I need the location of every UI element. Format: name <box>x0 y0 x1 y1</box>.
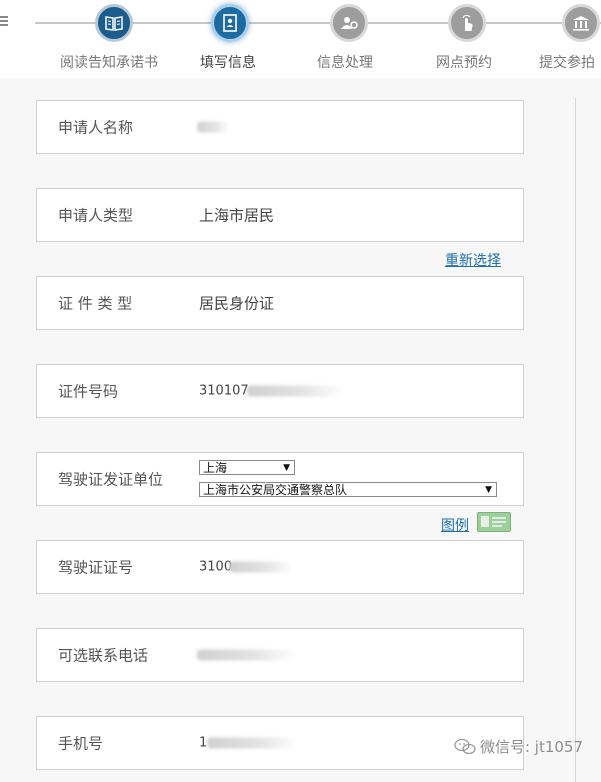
step-label: 提交参拍 <box>539 55 595 71</box>
divider <box>575 98 576 782</box>
step-label: 信息处理 <box>317 55 373 71</box>
field-label: 申请人类型 <box>58 206 134 225</box>
example-link[interactable]: 图例 <box>441 515 469 535</box>
applicant-type-value: 上海市居民 <box>199 206 275 225</box>
mobile-field[interactable]: 手机号 1 <box>36 716 524 770</box>
touch-icon <box>462 14 473 31</box>
field-label: 手机号 <box>58 734 104 753</box>
chevron-down-icon: ▼ <box>485 485 492 495</box>
step-process-info[interactable] <box>330 4 368 42</box>
field-label: 证件号码 <box>58 382 119 401</box>
menu-icon[interactable] <box>0 16 8 28</box>
step-label: 网点预约 <box>436 55 492 71</box>
id-type-value: 居民身份证 <box>199 294 275 313</box>
id-number-value: 310107 <box>199 383 249 399</box>
applicant-name-field[interactable]: 申请人名称 <box>36 100 524 154</box>
license-issuer-field: 驾驶证发证单位 上海 ▼ 上海市公安局交通警察总队 ▼ <box>36 452 524 506</box>
bank-icon <box>573 16 589 31</box>
id-number-field[interactable]: 证件号码 310107 <box>36 364 524 418</box>
step-branch-booking[interactable] <box>448 4 486 42</box>
wechat-icon <box>454 738 476 756</box>
license-number-value: 3100 <box>199 559 233 575</box>
step-submit-bid[interactable] <box>562 4 600 42</box>
license-number-field[interactable]: 驾驶证证号 3100 <box>36 540 524 594</box>
field-label: 驾驶证发证单位 <box>58 470 164 489</box>
step-label: 填写信息 <box>200 55 256 71</box>
agency-select-value: 上海市公安局交通警察总队 <box>203 483 348 497</box>
field-label: 证 件 类 型 <box>58 294 133 313</box>
redacted-value <box>197 649 295 661</box>
field-label: 申请人名称 <box>58 118 134 137</box>
book-icon <box>105 16 123 31</box>
id-type-field[interactable]: 证 件 类 型 居民身份证 <box>36 276 524 330</box>
reselect-link[interactable]: 重新选择 <box>445 250 501 270</box>
step-label: 阅读告知承诺书 <box>60 55 158 71</box>
wechat-watermark: 微信号: jt1057 <box>454 736 583 757</box>
chevron-down-icon: ▼ <box>283 463 290 473</box>
field-label: 驾驶证证号 <box>58 558 134 577</box>
applicant-type-field[interactable]: 申请人类型 上海市居民 <box>36 188 524 242</box>
license-example-thumbnail[interactable] <box>477 512 511 532</box>
province-select-value: 上海 <box>203 461 228 475</box>
redacted-value <box>197 121 229 133</box>
process-icon <box>341 17 358 29</box>
step-fill-info[interactable] <box>211 4 249 42</box>
redacted-value <box>247 385 343 397</box>
progress-steps: 阅读告知承诺书 填写信息 信息处理 网点预约 提交参拍 <box>0 0 601 78</box>
form-icon <box>223 14 237 32</box>
province-select[interactable]: 上海 ▼ <box>199 460 295 475</box>
step-read-notice[interactable] <box>95 4 133 42</box>
redacted-value <box>207 737 297 749</box>
watermark-text: 微信号: jt1057 <box>479 738 583 756</box>
agency-select[interactable]: 上海市公安局交通警察总队 ▼ <box>199 482 497 497</box>
optional-phone-field[interactable]: 可选联系电话 <box>36 628 524 682</box>
redacted-value <box>229 561 293 573</box>
field-label: 可选联系电话 <box>58 646 149 665</box>
